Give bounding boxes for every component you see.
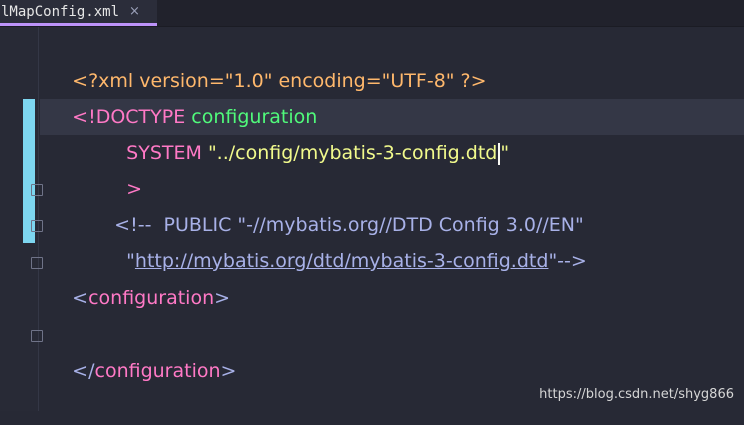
- end-tag-close-bracket: >: [220, 360, 237, 382]
- tab-title: lMapConfig.xml: [1, 3, 120, 20]
- code-line-1: <?xml version="1.0" encoding="UTF-8" ?>: [48, 27, 486, 92]
- code-line-7: <configuration>: [48, 244, 230, 309]
- editor-gutter: [0, 27, 43, 411]
- code-line-9: </configuration>: [48, 317, 236, 382]
- code-editor[interactable]: <?xml version="1.0" encoding="UTF-8" ?> …: [40, 27, 744, 411]
- system-dtd-path: "../config/mybatis-3-config.dtd: [201, 142, 498, 164]
- tag-open-bracket: <: [72, 287, 89, 309]
- watermark-text: https://blog.csdn.net/shyg866: [539, 387, 734, 402]
- comment-close: "-->: [548, 250, 587, 272]
- code-line-2: <!DOCTYPE configuration: [48, 63, 317, 128]
- change-marker: [23, 99, 35, 189]
- change-marker: [23, 189, 35, 243]
- code-line-4: >: [102, 135, 142, 200]
- system-dtd-quote: ": [500, 142, 510, 164]
- code-line-5: <!-- PUBLIC "-//mybatis.org//DTD Config …: [90, 171, 584, 236]
- editor-tab-bar: lMapConfig.xml ×: [0, 0, 744, 27]
- configuration-end-tag-name: configuration: [94, 360, 221, 382]
- code-line-3: SYSTEM "../config/mybatis-3-config.dtd ": [102, 99, 509, 165]
- end-tag-open-bracket: </: [72, 360, 95, 382]
- close-icon[interactable]: ×: [129, 4, 140, 19]
- tab-mapconfig-xml[interactable]: lMapConfig.xml ×: [0, 0, 157, 26]
- code-line-6: "http://mybatis.org/dtd/mybatis-3-config…: [102, 207, 587, 272]
- configuration-tag-name: configuration: [88, 287, 215, 309]
- tag-close-bracket: >: [214, 287, 231, 309]
